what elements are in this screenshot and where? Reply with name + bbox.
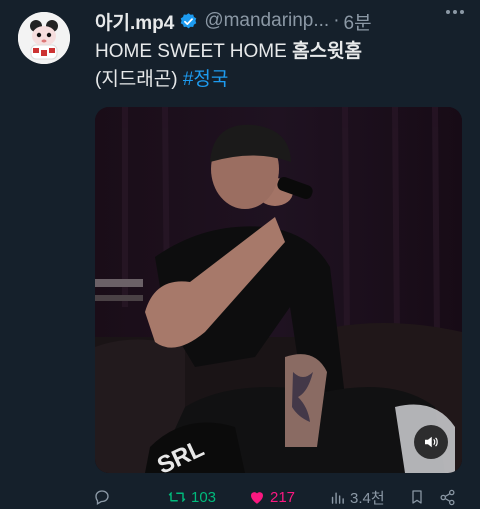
speaker-muted-icon bbox=[425, 436, 438, 448]
verified-badge-icon bbox=[179, 12, 198, 31]
mute-toggle-button[interactable] bbox=[414, 425, 448, 459]
tweet-header: 아기.mp4 @mandarinp... · 6분 bbox=[95, 8, 464, 34]
display-name[interactable]: 아기.mp4 bbox=[95, 8, 174, 35]
video-player[interactable]: SRL bbox=[95, 107, 462, 473]
video-frame: SRL bbox=[95, 107, 462, 473]
share-button[interactable] bbox=[439, 489, 456, 506]
like-count: 217 bbox=[270, 488, 296, 506]
avatar[interactable] bbox=[18, 12, 70, 64]
heart-icon bbox=[251, 492, 263, 504]
views-button[interactable]: 3.4천 bbox=[329, 487, 385, 508]
tweet-text-line1: HOME SWEET HOME bbox=[95, 41, 293, 62]
retweet-button[interactable]: 103 bbox=[167, 488, 216, 506]
separator-dot: · bbox=[333, 10, 340, 31]
user-handle[interactable]: @mandarinp... bbox=[204, 10, 329, 32]
like-button[interactable]: 217 bbox=[248, 488, 295, 506]
avatar-image bbox=[18, 12, 70, 64]
retweet-count: 103 bbox=[191, 488, 217, 506]
timestamp[interactable]: 6분 bbox=[344, 8, 372, 35]
hashtag-link[interactable]: #정국 bbox=[183, 69, 229, 90]
tweet-text-korean: 홈스윗홈 bbox=[292, 41, 362, 62]
reply-button[interactable] bbox=[93, 488, 115, 506]
analytics-icon bbox=[331, 492, 344, 504]
share-icon bbox=[440, 489, 455, 505]
bookmark-icon bbox=[412, 490, 422, 504]
tweet-actions: 103 217 3.4천 bbox=[93, 486, 468, 508]
views-count: 3.4천 bbox=[350, 489, 385, 507]
more-options-icon[interactable] bbox=[446, 10, 464, 14]
reply-icon bbox=[95, 490, 109, 505]
tweet-text: HOME SWEET HOME 홈스윗홈 (지드래곤) #정국 bbox=[95, 38, 455, 94]
retweet-icon bbox=[168, 491, 186, 503]
bookmark-button[interactable] bbox=[409, 488, 425, 506]
tweet-text-line2: (지드래곤) bbox=[95, 69, 183, 90]
